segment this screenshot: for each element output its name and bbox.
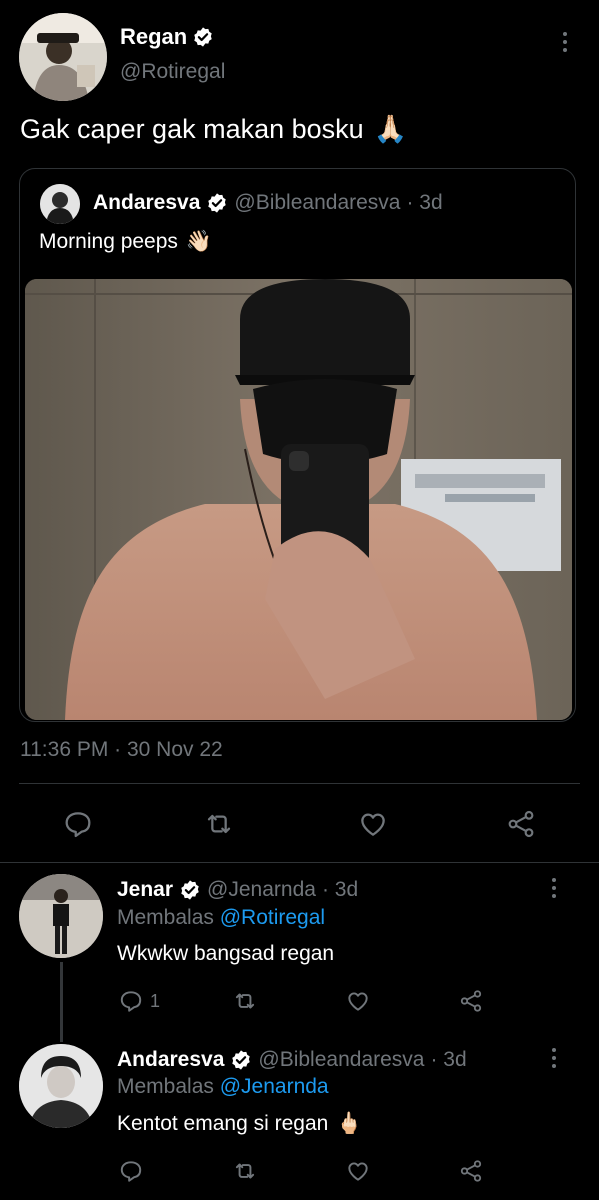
- reply-header: Andaresva @Bibleandaresva · 3d: [117, 1048, 467, 1072]
- quoted-author-name: Andaresva: [93, 191, 201, 214]
- main-tweet-text: Gak caper gak makan bosku 🙏🏻: [20, 113, 407, 145]
- reply-author-name[interactable]: Andaresva: [117, 1048, 224, 1072]
- tweet-text: Wkwkw bangsad regan: [117, 942, 335, 965]
- share-button[interactable]: [457, 988, 485, 1014]
- retweet-button[interactable]: [231, 1158, 259, 1184]
- tweet-text: Gak caper gak makan bosku: [20, 113, 364, 144]
- reply-icon: [120, 1161, 142, 1182]
- retweet-button[interactable]: [231, 988, 259, 1014]
- retweet-icon: [235, 993, 255, 1009]
- replying-to-handle[interactable]: @Rotiregal: [220, 906, 325, 929]
- reply-count: 1: [150, 990, 161, 1011]
- reply-text: Wkwkw bangsad regan: [117, 942, 334, 966]
- like-button[interactable]: [344, 988, 372, 1014]
- heart-icon: [348, 992, 368, 1011]
- quoted-tweet-text: Morning peeps 👋🏻: [39, 230, 212, 254]
- main-tweet-handle[interactable]: @Rotiregal: [120, 60, 225, 84]
- quoted-tweet-card[interactable]: Andaresva @Bibleandaresva · 3d Morning p…: [19, 168, 576, 722]
- verified-badge-icon: [232, 1050, 251, 1070]
- reply-author-name[interactable]: Jenar: [117, 878, 173, 902]
- replying-to-handle[interactable]: @Jenarnda: [220, 1075, 329, 1098]
- retweet-button[interactable]: [202, 808, 236, 840]
- reply-author-handle[interactable]: @Bibleandaresva: [258, 1048, 424, 1072]
- reply-icon: [120, 991, 142, 1012]
- folded-hands-emoji: 🙏🏻: [373, 114, 408, 144]
- reply-avatar-jenar[interactable]: [19, 874, 103, 958]
- reply-text: Kentot emang si regan 🖕🏻: [117, 1112, 362, 1136]
- share-icon: [460, 1160, 482, 1182]
- reply-button[interactable]: [62, 808, 94, 840]
- retweet-icon: [207, 814, 231, 834]
- replying-to-line: Membalas @Jenarnda: [117, 1075, 329, 1099]
- share-button[interactable]: [457, 1158, 485, 1184]
- tweet-text: Kentot emang si regan: [117, 1112, 329, 1135]
- like-button[interactable]: [344, 1158, 372, 1184]
- quoted-tweet-photo[interactable]: [25, 279, 572, 720]
- verified-badge-icon: [194, 27, 212, 47]
- tweet-text: Morning peeps: [39, 230, 178, 253]
- thread-connector-line: [60, 962, 63, 1042]
- heart-icon: [361, 813, 385, 836]
- main-tweet-avatar[interactable]: [19, 13, 107, 101]
- share-icon: [508, 810, 534, 838]
- replying-to-label: Membalas: [117, 1075, 214, 1098]
- divider: [0, 862, 599, 863]
- reply-avatar-andaresva[interactable]: [19, 1044, 103, 1128]
- more-options-icon[interactable]: [544, 1044, 564, 1072]
- quoted-tweet-avatar: [40, 184, 80, 224]
- share-icon: [460, 990, 482, 1012]
- quoted-tweet-age: · 3d: [406, 191, 443, 214]
- reply-button[interactable]: 1: [118, 988, 160, 1014]
- reply-age: · 3d: [321, 878, 359, 901]
- like-button[interactable]: [356, 808, 390, 840]
- share-button[interactable]: [504, 808, 538, 840]
- waving-hand-emoji: 👋🏻: [185, 230, 213, 253]
- replying-to-line: Membalas @Rotiregal: [117, 906, 325, 930]
- tweet-timestamp: 11:36 PM · 30 Nov 22: [20, 738, 223, 761]
- quoted-author-handle: @Bibleandaresva: [234, 191, 401, 214]
- retweet-icon: [235, 1163, 255, 1179]
- reply-header: Jenar @Jenarnda · 3d: [117, 878, 358, 902]
- reply-author-handle[interactable]: @Jenarnda: [207, 878, 316, 902]
- author-name: Regan: [120, 24, 188, 49]
- verified-badge-icon: [208, 193, 227, 213]
- more-options-icon[interactable]: [544, 874, 564, 902]
- more-options-icon[interactable]: [555, 28, 575, 56]
- reply-button[interactable]: [118, 1158, 150, 1184]
- heart-icon: [348, 1162, 368, 1181]
- main-tweet-author-name[interactable]: Regan: [120, 24, 214, 50]
- reply-age: · 3d: [430, 1048, 467, 1071]
- quoted-tweet-header: Andaresva @Bibleandaresva · 3d: [93, 191, 443, 215]
- middle-finger-emoji: 🖕🏻: [336, 1112, 363, 1135]
- divider: [19, 783, 580, 784]
- replying-to-label: Membalas: [117, 906, 214, 929]
- reply-icon: [65, 812, 91, 838]
- verified-badge-icon: [181, 880, 199, 900]
